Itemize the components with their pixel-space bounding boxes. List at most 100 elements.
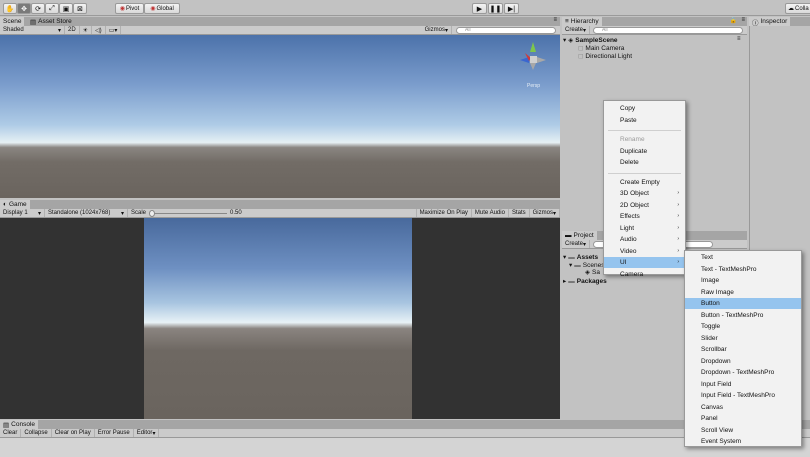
scale-control[interactable]: Scale 0.50 [128, 209, 245, 217]
scale-slider[interactable] [149, 209, 228, 217]
rotate-tool-button[interactable]: ⟳ [31, 3, 45, 14]
menu-item-slider[interactable]: Slider [685, 333, 801, 344]
menu-item-audio[interactable]: Audio › [604, 234, 685, 245]
menu-item-raw-image[interactable]: Raw Image [685, 287, 801, 298]
global-label: Global [156, 5, 174, 12]
menu-item-label: Input Field - TextMeshPro [701, 392, 775, 399]
move-tool-button[interactable]: ✥ [17, 3, 31, 14]
menu-item-paste[interactable]: Paste [604, 115, 685, 126]
scene-viewport[interactable] [0, 35, 560, 198]
menu-item-ui[interactable]: UI › [604, 257, 685, 268]
console-error-pause-button[interactable]: Error Pause [95, 429, 134, 437]
menu-item-toggle[interactable]: Toggle [685, 321, 801, 332]
project-item-packages[interactable]: ▸ ▬ Packages [563, 277, 607, 286]
scene-search-input[interactable]: All [456, 26, 556, 34]
menu-item-light[interactable]: Light › [604, 223, 685, 234]
scale-tool-button[interactable]: ⤢ [45, 3, 59, 14]
menu-item-effects[interactable]: Effects › [604, 211, 685, 222]
transform-tool-button[interactable]: ⊠ [73, 3, 87, 14]
menu-item-3d-object[interactable]: 3D Object › [604, 188, 685, 199]
menu-item-canvas[interactable]: Canvas [685, 402, 801, 413]
menu-item-duplicate[interactable]: Duplicate [604, 146, 685, 157]
game-gizmos-dropdown[interactable]: Gizmos ▾ [530, 209, 560, 217]
global-button[interactable]: ◉ Global [144, 3, 180, 14]
menu-item-dropdown[interactable]: Dropdown [685, 356, 801, 367]
scene-root-label: SampleScene [575, 36, 618, 44]
menu-item-image[interactable]: Image [685, 275, 801, 286]
globe-icon: ◉ [150, 6, 156, 12]
shading-dropdown[interactable]: Shaded ▾ [0, 26, 65, 34]
console-editor-dropdown[interactable]: Editor ▾ [134, 429, 160, 437]
lighting-toggle[interactable]: ☀ [80, 26, 93, 34]
project-item-assets[interactable]: ▾ ▬ Assets [563, 253, 598, 262]
menu-item-dropdown-textmeshpro[interactable]: Dropdown - TextMeshPro [685, 367, 801, 378]
menu-item-scroll-view[interactable]: Scroll View [685, 425, 801, 436]
hierarchy-item-main-camera[interactable]: ◻ Main Camera [578, 44, 624, 53]
menu-item-scrollbar[interactable]: Scrollbar [685, 344, 801, 355]
console-clear-on-play-button[interactable]: Clear on Play [52, 429, 95, 437]
mute-audio-toggle[interactable]: Mute Audio [472, 209, 509, 217]
menu-item-create-empty[interactable]: Create Empty [604, 177, 685, 188]
game-viewport[interactable] [144, 218, 412, 419]
hierarchy-search-input[interactable]: All [593, 26, 744, 34]
perspective-label: Persp [527, 83, 541, 89]
tab-game[interactable]: ◐ Game [0, 200, 30, 209]
menu-item-video[interactable]: Video › [604, 246, 685, 257]
panel-menu-icon[interactable]: ≡ [553, 17, 557, 23]
hierarchy-icon: ≡ [565, 18, 569, 25]
2d-toggle[interactable]: 2D [65, 26, 80, 34]
collab-button[interactable]: ☁ Colla [785, 3, 810, 14]
gizmos-dropdown[interactable]: Gizmos ▾ [422, 26, 452, 34]
menu-item-camera[interactable]: Camera [604, 269, 685, 280]
scale-slider-thumb[interactable] [149, 209, 156, 217]
hierarchy-create-dropdown[interactable]: Create ▾ [562, 26, 591, 34]
menu-item-panel[interactable]: Panel [685, 413, 801, 424]
resolution-dropdown[interactable]: Standalone (1024x768) ▾ [45, 209, 128, 217]
tab-inspector[interactable]: ⓘ Inspector [749, 17, 791, 27]
pause-button[interactable]: ❚❚ [488, 3, 503, 14]
tab-project[interactable]: ▬ Project [562, 231, 597, 240]
stats-toggle[interactable]: Stats [509, 209, 530, 217]
console-clear-button[interactable]: Clear [0, 429, 22, 437]
sun-icon: ☀ [82, 27, 89, 34]
menu-item-input-field[interactable]: Input Field [685, 379, 801, 390]
tab-scene[interactable]: Scene [0, 17, 25, 26]
pivot-button[interactable]: ◉ Pivot [115, 3, 144, 14]
project-create-dropdown[interactable]: Create ▾ [562, 240, 591, 248]
menu-item-input-field-textmeshpro[interactable]: Input Field - TextMeshPro [685, 390, 801, 401]
project-item-sample-scene[interactable]: ◈ Sa [585, 268, 600, 277]
menu-item-2d-object[interactable]: 2D Object › [604, 200, 685, 211]
menu-item-button[interactable]: Button [685, 298, 801, 309]
menu-item-event-system[interactable]: Event System [685, 436, 801, 447]
effects-dropdown[interactable]: ▭ ▾ [106, 26, 122, 34]
menu-item-label: 3D Object [620, 190, 649, 197]
search-placeholder: All [465, 27, 471, 33]
play-button[interactable]: ▶ [472, 3, 487, 14]
console-collapse-button[interactable]: Collapse [21, 429, 52, 437]
panel-menu-icon[interactable]: ≡ [737, 36, 741, 42]
menu-item-label: Light [620, 224, 635, 232]
menu-item-label: Event System [701, 438, 742, 445]
maximize-on-play-toggle[interactable]: Maximize On Play [415, 209, 472, 217]
tab-hierarchy[interactable]: ≡ Hierarchy [562, 17, 602, 26]
tab-asset-store[interactable]: ▤ Asset Store [27, 17, 75, 26]
step-button[interactable]: ▶| [504, 3, 519, 14]
lock-icon[interactable]: 🔒 [730, 17, 737, 24]
tab-console[interactable]: ▤ Console [0, 420, 39, 429]
scene-root-item[interactable]: ▾ ◈ SampleScene [563, 36, 618, 45]
hand-tool-button[interactable]: ✋ [3, 3, 17, 14]
menu-item-text[interactable]: Text [685, 252, 801, 263]
chevron-down-icon: ▾ [152, 430, 156, 437]
menu-item-copy[interactable]: Copy [604, 103, 685, 114]
rect-tool-button[interactable]: ▣ [59, 3, 73, 14]
display-dropdown[interactable]: Display 1 ▾ [0, 209, 45, 217]
menu-item-button-textmeshpro[interactable]: Button - TextMeshPro [685, 310, 801, 321]
chevron-right-icon: › [677, 213, 679, 219]
menu-item-delete[interactable]: Delete [604, 157, 685, 168]
scene-gizmo[interactable] [516, 40, 550, 72]
menu-item-text-textmeshpro[interactable]: Text - TextMeshPro [685, 264, 801, 275]
audio-toggle[interactable]: ◁) [92, 26, 106, 34]
panel-menu-icon[interactable]: ≡ [741, 17, 745, 23]
hierarchy-item-directional-light[interactable]: ◻ Directional Light [578, 52, 632, 61]
speaker-icon: ◁) [95, 27, 102, 34]
